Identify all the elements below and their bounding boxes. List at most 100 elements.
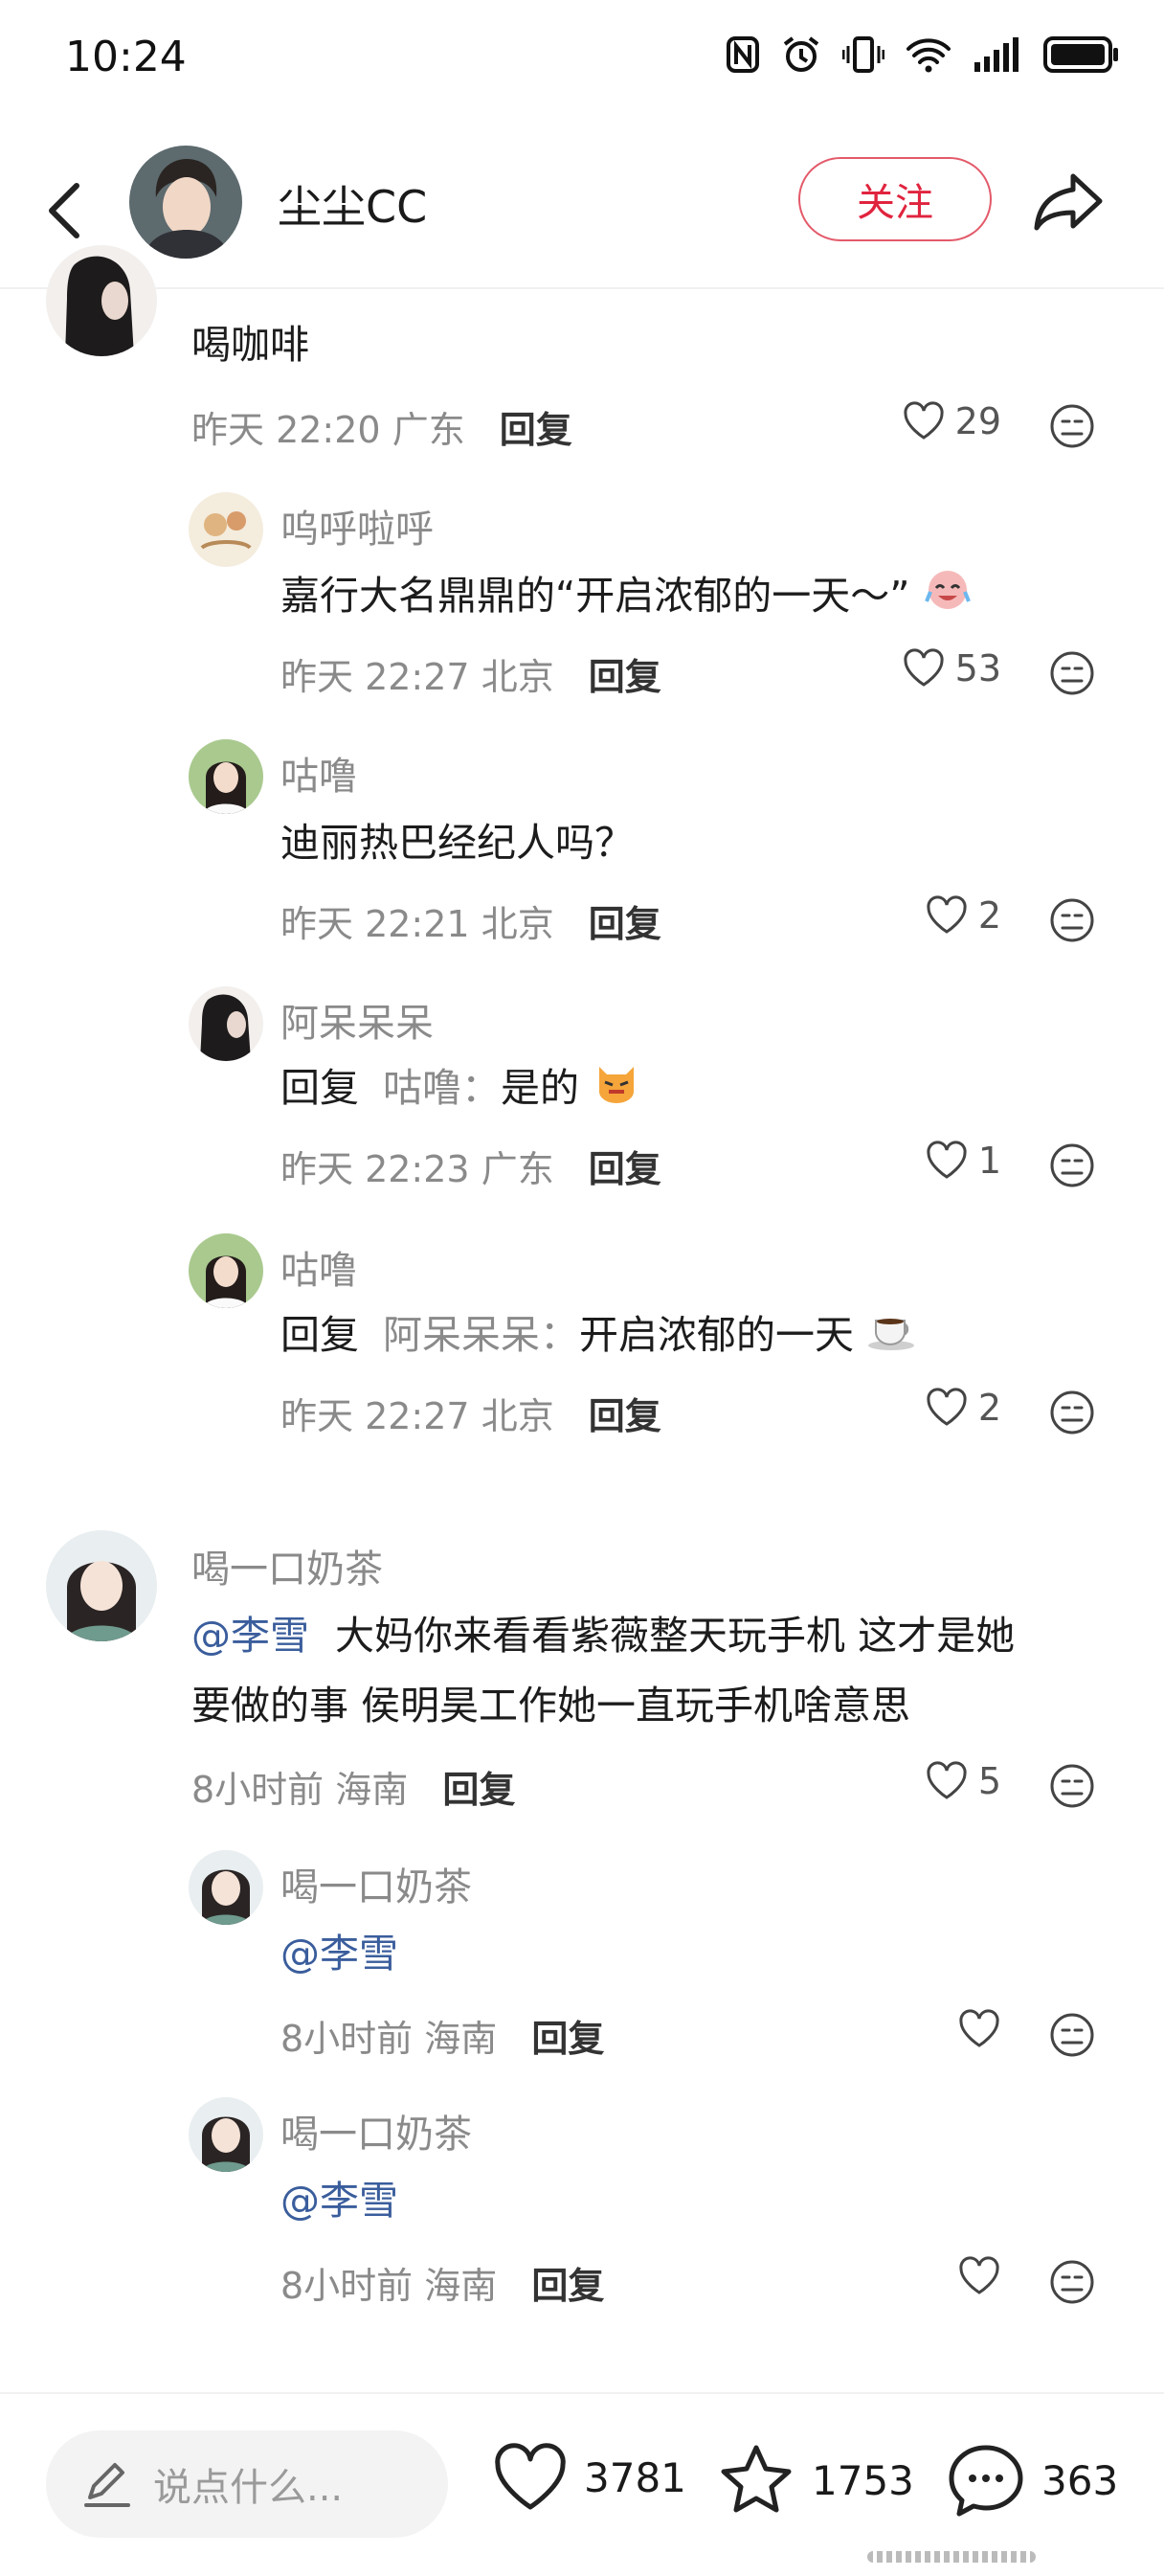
emoji-react-button[interactable] (1048, 1762, 1096, 1810)
comment-text-line2: 要做的事 侯明昊工作她一直玩手机啥意思 (191, 1683, 911, 1729)
like-count: 53 (954, 647, 1001, 689)
face-icon (1050, 2260, 1094, 2304)
reply-button[interactable]: 回复 (442, 1769, 515, 1811)
emoji-react-button[interactable] (1048, 649, 1096, 697)
comment-meta: 昨天 22:20 广东 回复 (191, 400, 572, 453)
reply-target[interactable]: 咕噜 (383, 1065, 461, 1111)
like-count: 29 (954, 400, 1001, 442)
face-icon (1050, 1390, 1094, 1435)
like-button[interactable]: 29 (902, 400, 1001, 442)
face-icon (1050, 651, 1094, 695)
author-avatar[interactable] (129, 146, 242, 259)
comment-author[interactable]: 呜呼啦呼 (280, 498, 434, 554)
reply-target[interactable]: 阿呆呆呆 (383, 1312, 540, 1358)
like-button[interactable]: 1 (925, 1140, 1001, 1182)
comment-time: 昨天 22:20 (191, 409, 381, 451)
nfc-icon (726, 35, 760, 74)
reply-button[interactable]: 回复 (589, 903, 661, 945)
status-icons (726, 34, 1120, 75)
avatar[interactable] (189, 492, 263, 567)
face-icon (1050, 1764, 1094, 1808)
comment-text: 回复 阿呆呆呆：开启浓郁的一天 (280, 1300, 916, 1372)
reply-button[interactable]: 回复 (589, 656, 661, 698)
avatar[interactable] (189, 1233, 263, 1308)
status-bar: 10:24 (0, 0, 1164, 115)
face-icon (1050, 404, 1094, 448)
like-button[interactable]: 2 (925, 1387, 1001, 1429)
home-indicator (867, 2551, 1036, 2563)
emoji-react-button[interactable] (1048, 896, 1096, 944)
bottom-action-bar: 说点什么... 3781 1753 363 (0, 2392, 1164, 2576)
reply-button[interactable]: 回复 (589, 1395, 661, 1437)
alarm-icon (781, 34, 821, 75)
avatar[interactable] (189, 986, 263, 1061)
favorite-button[interactable]: 1753 (716, 2442, 914, 2519)
like-count: 2 (977, 894, 1001, 937)
avatar[interactable] (46, 1530, 157, 1641)
comment-total: 363 (1041, 2456, 1119, 2504)
comment-text: 喝咖啡 (191, 322, 309, 368)
like-button[interactable] (957, 2256, 1001, 2296)
emoji-react-button[interactable] (1048, 402, 1096, 450)
comment-text: 迪丽热巴经纪人吗？ (280, 820, 634, 866)
reply-button[interactable]: 回复 (589, 1148, 661, 1190)
avatar[interactable] (189, 1850, 263, 1925)
heart-icon (959, 2256, 999, 2294)
wifi-icon (906, 35, 951, 74)
comment-author[interactable]: 喝一口奶茶 (280, 2103, 472, 2158)
status-time: 10:24 (65, 33, 187, 81)
star-icon (721, 2445, 792, 2513)
avatar[interactable] (189, 739, 263, 814)
comment-author[interactable]: 喝一口奶茶 (191, 1538, 383, 1593)
like-total: 3781 (584, 2453, 686, 2501)
heart-icon (904, 401, 944, 440)
heart-icon (904, 648, 944, 687)
coffee-emoji-icon (866, 1303, 916, 1372)
comments-button[interactable]: 363 (946, 2442, 1118, 2519)
mention-link[interactable]: @李雪 (280, 2178, 398, 2224)
face-icon (1050, 898, 1094, 942)
emoji-react-button[interactable] (1048, 2011, 1096, 2059)
battery-icon (1043, 35, 1120, 74)
emoji-react-button[interactable] (1048, 2258, 1096, 2306)
heart-icon (927, 1141, 967, 1179)
like-count: 1 (977, 1140, 1001, 1182)
follow-button[interactable]: 关注 (798, 157, 992, 241)
reply-button[interactable]: 回复 (531, 2018, 604, 2060)
like-count: 5 (977, 1760, 1001, 1802)
reply-button[interactable]: 回复 (500, 409, 572, 451)
like-count: 2 (977, 1387, 1001, 1429)
heart-icon (495, 2443, 566, 2510)
comment-meta: 昨天 22:27 北京 回复 (280, 656, 661, 698)
comment-author[interactable]: 咕噜 (280, 745, 357, 801)
like-button[interactable] (957, 2009, 1001, 2049)
comment-text: @李雪 大妈你来看看紫薇整天玩手机 这才是她 (191, 1613, 1016, 1659)
reply-button[interactable]: 回复 (531, 2265, 604, 2307)
chat-bubble-icon (949, 2445, 1023, 2517)
mention-link[interactable]: @李雪 (280, 1931, 398, 1977)
comment-author[interactable]: 阿呆呆呆 (280, 992, 434, 1048)
like-button[interactable]: 2 (925, 894, 1001, 937)
like-button[interactable]: 5 (925, 1760, 1001, 1802)
like-post-button[interactable]: 3781 (492, 2442, 686, 2513)
avatar[interactable] (46, 245, 157, 356)
comment-location: 广东 (392, 409, 465, 451)
comment-text: 回复 咕噜：是的 (280, 1053, 641, 1126)
emoji-react-button[interactable] (1048, 1389, 1096, 1436)
back-button[interactable] (34, 172, 92, 249)
vibrate-icon (842, 34, 884, 75)
comment-input[interactable]: 说点什么... (46, 2430, 448, 2538)
comment-author[interactable]: 咕噜 (280, 1239, 357, 1295)
share-icon (1034, 173, 1103, 231)
heart-icon (927, 1388, 967, 1426)
avatar[interactable] (189, 2097, 263, 2172)
emoji-react-button[interactable] (1048, 1141, 1096, 1189)
share-button[interactable] (1030, 163, 1107, 239)
laughing-cry-emoji-icon (923, 563, 973, 634)
comment-text: 嘉行大名鼎鼎的“开启浓郁的一天～” (280, 561, 973, 634)
heart-icon (959, 2009, 999, 2047)
comment-author[interactable]: 喝一口奶茶 (280, 1856, 472, 1911)
face-icon (1050, 1143, 1094, 1187)
mention-link[interactable]: @李雪 (191, 1613, 309, 1659)
like-button[interactable]: 53 (902, 647, 1001, 689)
